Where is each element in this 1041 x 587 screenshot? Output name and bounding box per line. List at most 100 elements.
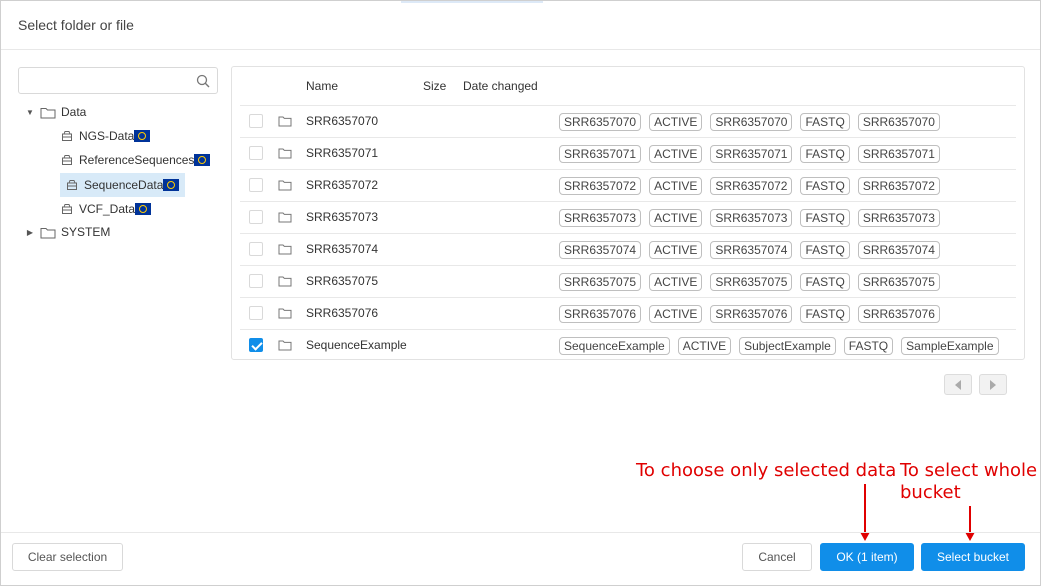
row-checkbox[interactable] [249,274,263,288]
table-row[interactable]: SRR6357072 SRR6357072 ACTIVE SRR6357072 FAST… [240,169,1016,201]
row-name[interactable]: SRR6357073 [306,210,378,224]
folder-icon [40,226,56,239]
metadata-tag: SRR6357076 [710,305,793,323]
row-name[interactable]: SequenceExample [306,338,407,352]
metadata-tag: SRR6357072 [559,177,642,195]
chevron-right-icon [990,379,996,390]
column-header-name[interactable]: Name [306,79,338,93]
row-tags: SRR6357075 ACTIVE SRR6357075 FASTQ SRR635707… [559,273,940,291]
folder-icon [278,275,292,290]
tree-search-input[interactable] [23,70,193,91]
tree-node-ngs-data[interactable]: NGS-Data [61,126,151,146]
tree-node-data[interactable]: ▼ Data [24,102,86,122]
row-name[interactable]: SRR6357072 [306,178,378,192]
folder-icon [278,339,292,354]
table-row[interactable]: SRR6357076 SRR6357076 ACTIVE SRR6357076 FAST… [240,297,1016,329]
metadata-tag: FASTQ [800,305,850,323]
metadata-tag: ACTIVE [649,113,703,131]
select-bucket-button[interactable]: Select bucket [921,543,1025,571]
bucket-icon [66,179,78,191]
metadata-tag: FASTQ [843,337,894,355]
folder-icon [278,211,292,226]
folder-icon [278,179,292,194]
metadata-tag: ACTIVE [649,177,703,195]
row-name[interactable]: SRR6357070 [306,114,378,128]
metadata-tag: SRR6357075 [857,273,940,291]
table-row[interactable]: SequenceExample SequenceExample ACTIVE Subj… [240,329,1016,361]
caret-right-icon[interactable]: ▶ [24,228,36,237]
tree-node-sequence-data[interactable]: SequenceData [60,173,186,197]
annotation-bucket-note-line2: bucket [900,482,961,503]
metadata-tag: SRR6357074 [559,241,642,259]
row-tags: SequenceExample ACTIVE SubjectExample FASTQ… [559,337,999,355]
prev-page-button[interactable] [944,374,972,395]
folder-icon [278,115,292,130]
clear-selection-button[interactable]: Clear selection [12,543,123,571]
row-checkbox[interactable] [249,338,263,352]
table-row[interactable]: SRR6357073 SRR6357073 ACTIVE SRR6357073 FAST… [240,201,1016,233]
metadata-tag: SRR6357071 [710,145,793,163]
metadata-tag: SRR6357071 [559,145,642,163]
table-row[interactable]: SRR6357074 SRR6357074 ACTIVE SRR6357074 FAST… [240,233,1016,265]
metadata-tag: FASTQ [800,113,850,131]
tree-node-vcf-data[interactable]: VCF_Data [61,199,152,219]
tree-node-label: SYSTEM [61,225,111,239]
file-table: Name Size Date changed SRR6357070 SRR6357… [231,66,1025,360]
row-tags: SRR6357072 ACTIVE SRR6357072 FASTQ SRR635707… [559,177,940,195]
metadata-tag: SRR6357070 [559,113,642,131]
row-checkbox[interactable] [249,178,263,192]
row-tags: SRR6357070 ACTIVE SRR6357070 FASTQ SRR635707… [559,113,940,131]
row-name[interactable]: SRR6357071 [306,146,378,160]
tree-node-label: VCF_Data [79,202,136,216]
metadata-tag: SRR6357070 [710,113,793,131]
row-name[interactable]: SRR6357076 [306,306,378,320]
metadata-tag: SRR6357072 [857,177,940,195]
metadata-tag: ACTIVE [649,305,703,323]
metadata-tag: SRR6357074 [857,241,940,259]
tree-node-label: Data [61,105,87,119]
metadata-tag: SampleExample [901,337,999,355]
row-checkbox[interactable] [249,114,263,128]
row-name[interactable]: SRR6357075 [306,274,378,288]
row-checkbox[interactable] [249,146,263,160]
metadata-tag: FASTQ [800,241,850,259]
row-checkbox[interactable] [249,306,263,320]
tree-node-reference-sequences[interactable]: ReferenceSequences [61,150,211,170]
row-tags: SRR6357074 ACTIVE SRR6357074 FASTQ SRR635707… [559,241,940,259]
eu-flag-icon [194,154,211,166]
folder-icon [40,106,56,119]
column-header-date-changed[interactable]: Date changed [463,79,538,93]
cancel-button[interactable]: Cancel [742,543,812,571]
bucket-icon [61,130,73,142]
metadata-tag: SequenceExample [559,337,670,355]
row-checkbox[interactable] [249,210,263,224]
annotation-arrow-bucket [969,506,971,532]
metadata-tag: ACTIVE [649,209,703,227]
next-page-button[interactable] [979,374,1007,395]
table-row[interactable]: SRR6357070 SRR6357070 ACTIVE SRR6357070 FAST… [240,105,1016,137]
column-header-size[interactable]: Size [423,79,446,93]
row-tags: SRR6357076 ACTIVE SRR6357076 FASTQ SRR635707… [559,305,940,323]
ok-button[interactable]: OK (1 item) [820,543,914,571]
folder-icon [278,147,292,162]
metadata-tag: FASTQ [800,177,850,195]
tree-node-label: NGS-Data [79,129,135,143]
metadata-tag: ACTIVE [649,145,703,163]
bucket-icon [61,203,73,215]
metadata-tag: SRR6357076 [559,305,642,323]
metadata-tag: SRR6357073 [559,209,642,227]
eu-flag-icon [163,179,180,191]
metadata-tag: SRR6357076 [857,305,940,323]
row-name[interactable]: SRR6357074 [306,242,378,256]
tree-search-box[interactable] [18,67,218,94]
bucket-icon [61,154,73,166]
search-icon[interactable] [196,74,210,91]
table-row[interactable]: SRR6357075 SRR6357075 ACTIVE SRR6357075 FAST… [240,265,1016,297]
caret-down-icon[interactable]: ▼ [24,108,36,117]
tree-node-system[interactable]: ▶ SYSTEM [24,222,110,242]
metadata-tag: FASTQ [800,273,850,291]
metadata-tag: FASTQ [800,209,850,227]
row-checkbox[interactable] [249,242,263,256]
folder-icon [278,307,292,322]
table-row[interactable]: SRR6357071 SRR6357071 ACTIVE SRR6357071 FAST… [240,137,1016,169]
